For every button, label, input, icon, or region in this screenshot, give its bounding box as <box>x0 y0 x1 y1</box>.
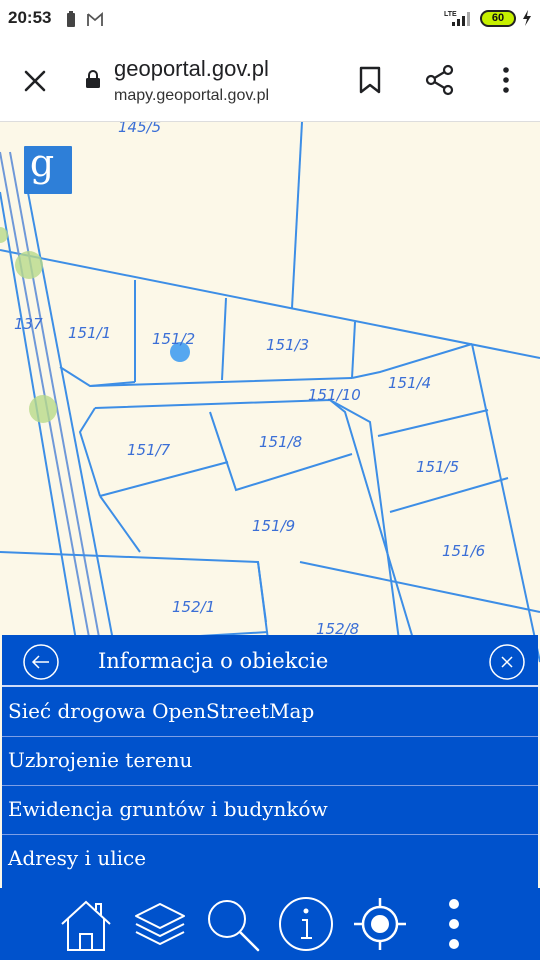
status-time: 20:53 <box>8 8 52 27</box>
parcel-label[interactable]: 151/1 <box>68 324 111 342</box>
share-button[interactable] <box>422 62 458 98</box>
browser-menu-button[interactable] <box>488 62 524 98</box>
parcel-label[interactable]: 151/8 <box>259 433 302 451</box>
parcel-label[interactable]: 151/2 <box>152 330 195 348</box>
more-button[interactable] <box>424 894 484 954</box>
page-domain[interactable]: geoportal.gov.pl <box>114 56 269 82</box>
info-icon <box>279 897 333 951</box>
signal-icon: LTE <box>444 11 470 26</box>
pole-marker[interactable] <box>15 251 43 279</box>
parcel-label[interactable]: 151/9 <box>252 517 295 535</box>
locate-button[interactable] <box>350 894 410 954</box>
search-button[interactable] <box>202 894 262 954</box>
layer-item[interactable]: Ewidencja gruntów i budynków <box>2 787 538 835</box>
bookmark-icon <box>359 66 381 94</box>
parcel-label[interactable]: 151/4 <box>388 374 431 392</box>
layers-icon <box>135 903 185 945</box>
geoportal-logo-icon: g <box>30 146 54 185</box>
layer-item[interactable]: Adresy i ulice <box>2 836 538 884</box>
browser-toolbar: geoportal.gov.pl mapy.geoportal.gov.pl <box>0 38 540 122</box>
home-icon <box>61 900 111 951</box>
panel-back-button[interactable] <box>22 643 60 681</box>
network-label: LTE <box>444 11 457 18</box>
status-left-icons <box>66 10 116 32</box>
panel-title: Informacja o obiekcie <box>98 649 329 673</box>
locate-icon <box>354 898 406 950</box>
parcel-label[interactable]: 151/6 <box>442 542 485 560</box>
parcel-label[interactable]: 137 <box>14 315 43 333</box>
layer-item-label: Ewidencja gruntów i budynków <box>8 797 328 821</box>
share-icon <box>425 64 454 96</box>
battery-icon: 60 <box>480 9 516 27</box>
close-icon <box>24 70 46 92</box>
parcel-label[interactable]: 151/10 <box>308 386 361 404</box>
layer-item-label: Uzbrojenie terenu <box>8 748 193 772</box>
layer-item-label: Sieć drogowa OpenStreetMap <box>8 699 315 723</box>
layer-item-label: Adresy i ulice <box>8 846 147 870</box>
charging-icon <box>523 10 531 26</box>
layer-item[interactable]: Sieć drogowa OpenStreetMap <box>2 689 538 737</box>
status-bar: 20:53 LTE 60 <box>0 0 540 38</box>
parcel-label[interactable]: 152/1 <box>172 598 215 616</box>
gmail-icon <box>87 12 103 26</box>
bottom-toolbar <box>0 888 540 960</box>
close-tab-button[interactable] <box>18 64 52 98</box>
back-icon <box>23 644 59 680</box>
lock-icon <box>86 70 100 88</box>
search-icon <box>208 900 260 952</box>
panel-close-button[interactable] <box>488 643 526 681</box>
more-vertical-icon <box>449 899 459 949</box>
close-icon <box>489 644 525 680</box>
parcel-label[interactable]: 151/5 <box>416 458 459 476</box>
object-info-panel: Informacja o obiekcie Sieć drogowa OpenS… <box>2 635 538 888</box>
page-url[interactable]: mapy.geoportal.gov.pl <box>114 87 269 105</box>
status-right-icons: LTE 60 <box>444 9 532 27</box>
logo-letter: g <box>30 146 54 185</box>
home-button[interactable] <box>56 894 116 954</box>
layers-button[interactable] <box>130 894 190 954</box>
panel-header: Informacja o obiekcie <box>2 635 538 687</box>
parcel-label[interactable]: 145/5 <box>118 122 161 136</box>
more-vertical-icon <box>503 67 509 93</box>
parcel-label[interactable]: 151/7 <box>127 441 171 459</box>
pole-marker[interactable] <box>29 395 57 423</box>
geoportal-logo[interactable]: g <box>24 146 72 194</box>
battery-saver-icon <box>67 11 75 27</box>
parcel-label[interactable]: 151/3 <box>266 336 309 354</box>
info-button[interactable] <box>276 894 336 954</box>
layer-item[interactable]: Uzbrojenie terenu <box>2 738 538 786</box>
bookmark-button[interactable] <box>352 62 388 98</box>
